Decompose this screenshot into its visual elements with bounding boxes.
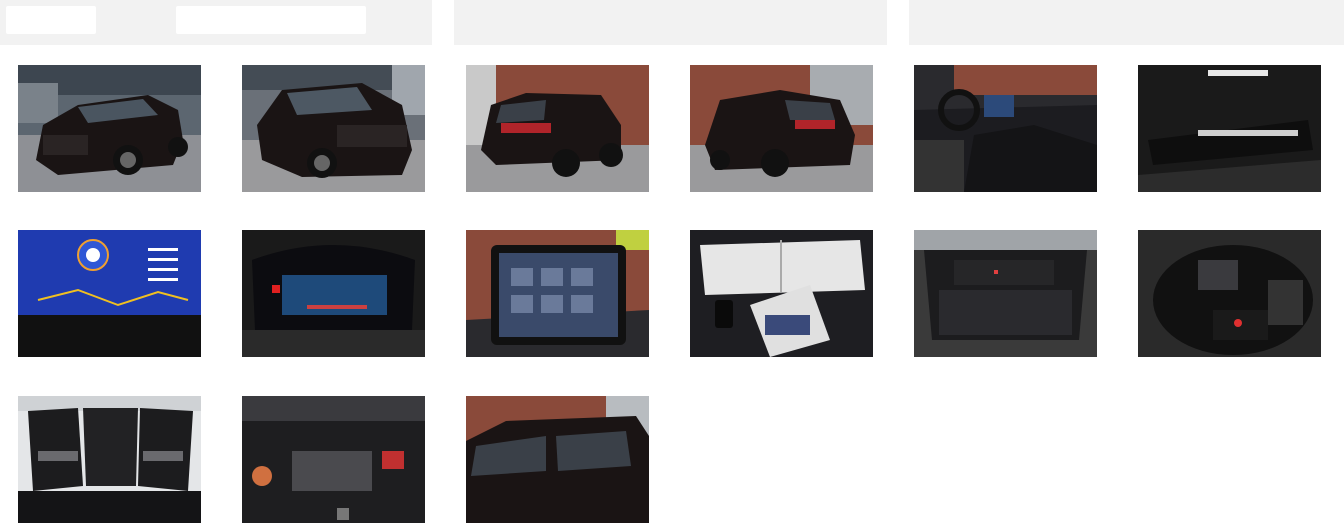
manuals-keys-photo[interactable]: [690, 230, 873, 357]
instrument-cluster-photo[interactable]: [18, 230, 201, 357]
header-field-1[interactable]: [6, 6, 96, 34]
trunk-photo[interactable]: [914, 230, 1097, 357]
header-panel-right: [909, 0, 1344, 45]
digital-gauges-photo[interactable]: [242, 230, 425, 357]
rear-seats-photo[interactable]: [18, 396, 201, 523]
car-rear-left-photo[interactable]: [466, 65, 649, 192]
roof-side-photo[interactable]: [466, 396, 649, 523]
car-front-left-photo[interactable]: [18, 65, 201, 192]
sill-plate-photo[interactable]: [1138, 65, 1321, 192]
car-front-right-photo[interactable]: [242, 65, 425, 192]
infotainment-screen-photo[interactable]: [466, 230, 649, 357]
car-rear-right-photo[interactable]: [690, 65, 873, 192]
spare-wheel-kit-photo[interactable]: [1138, 230, 1321, 357]
engine-bay-photo[interactable]: [242, 396, 425, 523]
dashboard-interior-photo[interactable]: [914, 65, 1097, 192]
header-panel-middle: [454, 0, 887, 45]
header-panel-left: [0, 0, 432, 45]
header-field-2[interactable]: [176, 6, 366, 34]
